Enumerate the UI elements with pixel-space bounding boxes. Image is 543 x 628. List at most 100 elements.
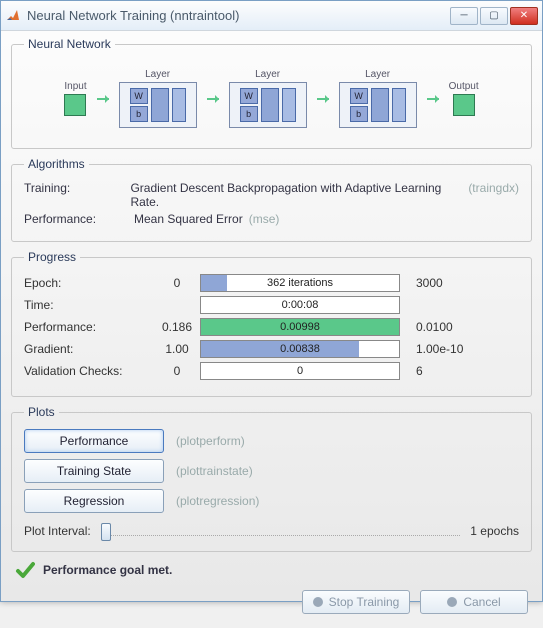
plot-interval-slider[interactable] bbox=[101, 523, 461, 539]
bias-box: b bbox=[130, 106, 148, 122]
progress-bar: 0 bbox=[200, 362, 400, 380]
plot-interval-row: Plot Interval: 1 epochs bbox=[24, 523, 519, 539]
progress-end: 6 bbox=[400, 364, 480, 378]
progress-label: Time: bbox=[24, 298, 154, 312]
progress-value: 0 bbox=[201, 363, 399, 379]
sum-box bbox=[151, 88, 169, 122]
stop-icon bbox=[313, 597, 323, 607]
arrow-icon bbox=[427, 98, 439, 100]
performance-value: Mean Squared Error bbox=[134, 212, 243, 226]
progress-bar: 0.00838 bbox=[200, 340, 400, 358]
button-label: Cancel bbox=[463, 595, 500, 609]
layer-block: W b bbox=[229, 82, 307, 128]
input-block bbox=[64, 94, 86, 116]
progress-label: Performance: bbox=[24, 320, 154, 334]
window-title: Neural Network Training (nntraintool) bbox=[27, 8, 450, 23]
progress-value: 0.00998 bbox=[201, 319, 399, 335]
plot-button-training-state[interactable]: Training State bbox=[24, 459, 164, 483]
performance-hint: (mse) bbox=[249, 212, 280, 226]
progress-section: Progress Epoch:0362 iterations3000Time:0… bbox=[11, 250, 532, 397]
section-title: Plots bbox=[24, 405, 59, 419]
cancel-button[interactable]: Cancel bbox=[420, 590, 528, 614]
training-label: Training: bbox=[24, 181, 130, 209]
progress-bar: 362 iterations bbox=[200, 274, 400, 292]
bias-box: b bbox=[240, 106, 258, 122]
plots-section: Plots Performance (plotperform) Training S… bbox=[11, 405, 532, 552]
progress-bar: 0:00:08 bbox=[200, 296, 400, 314]
plot-hint: (plottrainstate) bbox=[176, 464, 253, 478]
arrow-icon bbox=[317, 98, 329, 100]
slider-thumb[interactable] bbox=[101, 523, 111, 541]
performance-label: Performance: bbox=[24, 212, 134, 226]
output-label: Output bbox=[449, 81, 479, 92]
output-block bbox=[453, 94, 475, 116]
arrow-icon bbox=[207, 98, 219, 100]
layer-label: Layer bbox=[255, 69, 280, 80]
progress-row: Gradient:1.000.008381.00e-10 bbox=[24, 340, 519, 358]
progress-value: 0:00:08 bbox=[201, 297, 399, 313]
progress-value: 362 iterations bbox=[201, 275, 399, 291]
plot-hint: (plotperform) bbox=[176, 434, 245, 448]
plot-button-regression[interactable]: Regression bbox=[24, 489, 164, 513]
status-text: Performance goal met. bbox=[43, 563, 172, 577]
cancel-icon bbox=[447, 597, 457, 607]
input-label: Input bbox=[64, 81, 86, 92]
layer-block: W b bbox=[339, 82, 417, 128]
window-controls: ─ ▢ ✕ bbox=[450, 7, 538, 25]
progress-end: 1.00e-10 bbox=[400, 342, 480, 356]
progress-row: Time: 0:00:08 bbox=[24, 296, 519, 314]
layer-label: Layer bbox=[145, 69, 170, 80]
content: Neural Network Input Layer W b bbox=[1, 31, 542, 628]
progress-value: 0.00838 bbox=[201, 341, 399, 357]
activation-box bbox=[172, 88, 186, 122]
plot-interval-value: 1 epochs bbox=[470, 524, 519, 538]
plot-hint: (plotregression) bbox=[176, 494, 259, 508]
matlab-icon bbox=[5, 8, 21, 24]
progress-row: Validation Checks:006 bbox=[24, 362, 519, 380]
section-title: Neural Network bbox=[24, 37, 115, 51]
plot-row: Training State (plottrainstate) bbox=[24, 459, 519, 483]
progress-start: 0 bbox=[154, 276, 200, 290]
footer: Stop Training Cancel bbox=[11, 586, 532, 618]
stop-training-button[interactable]: Stop Training bbox=[302, 590, 410, 614]
algorithms-section: Algorithms Training: Gradient Descent Ba… bbox=[11, 157, 532, 242]
training-value: Gradient Descent Backpropagation with Ad… bbox=[130, 181, 462, 209]
checkmark-icon bbox=[15, 560, 35, 580]
progress-start: 0 bbox=[154, 364, 200, 378]
maximize-button[interactable]: ▢ bbox=[480, 7, 508, 25]
layer-label: Layer bbox=[365, 69, 390, 80]
section-title: Progress bbox=[24, 250, 80, 264]
progress-start: 1.00 bbox=[154, 342, 200, 356]
plot-interval-label: Plot Interval: bbox=[24, 524, 91, 538]
progress-end: 0.0100 bbox=[400, 320, 480, 334]
progress-bar: 0.00998 bbox=[200, 318, 400, 336]
section-title: Algorithms bbox=[24, 157, 89, 171]
close-button[interactable]: ✕ bbox=[510, 7, 538, 25]
progress-start: 0.186 bbox=[154, 320, 200, 334]
weight-box: W bbox=[130, 88, 148, 104]
nntraintool-window: Neural Network Training (nntraintool) ─ … bbox=[0, 0, 543, 602]
activation-box bbox=[282, 88, 296, 122]
sum-box bbox=[371, 88, 389, 122]
activation-box bbox=[392, 88, 406, 122]
minimize-button[interactable]: ─ bbox=[450, 7, 478, 25]
layer-block: W b bbox=[119, 82, 197, 128]
progress-end: 3000 bbox=[400, 276, 480, 290]
bias-box: b bbox=[350, 106, 368, 122]
progress-label: Gradient: bbox=[24, 342, 154, 356]
progress-label: Validation Checks: bbox=[24, 364, 154, 378]
progress-row: Performance:0.1860.009980.0100 bbox=[24, 318, 519, 336]
progress-row: Epoch:0362 iterations3000 bbox=[24, 274, 519, 292]
titlebar[interactable]: Neural Network Training (nntraintool) ─ … bbox=[1, 1, 542, 31]
plot-row: Regression (plotregression) bbox=[24, 489, 519, 513]
button-label: Stop Training bbox=[329, 595, 400, 609]
plot-button-performance[interactable]: Performance bbox=[24, 429, 164, 453]
network-diagram: Input Layer W b bbox=[24, 61, 519, 136]
plot-row: Performance (plotperform) bbox=[24, 429, 519, 453]
weight-box: W bbox=[240, 88, 258, 104]
status-row: Performance goal met. bbox=[15, 560, 528, 580]
training-hint: (traingdx) bbox=[468, 181, 519, 209]
arrow-icon bbox=[97, 98, 109, 100]
sum-box bbox=[261, 88, 279, 122]
weight-box: W bbox=[350, 88, 368, 104]
